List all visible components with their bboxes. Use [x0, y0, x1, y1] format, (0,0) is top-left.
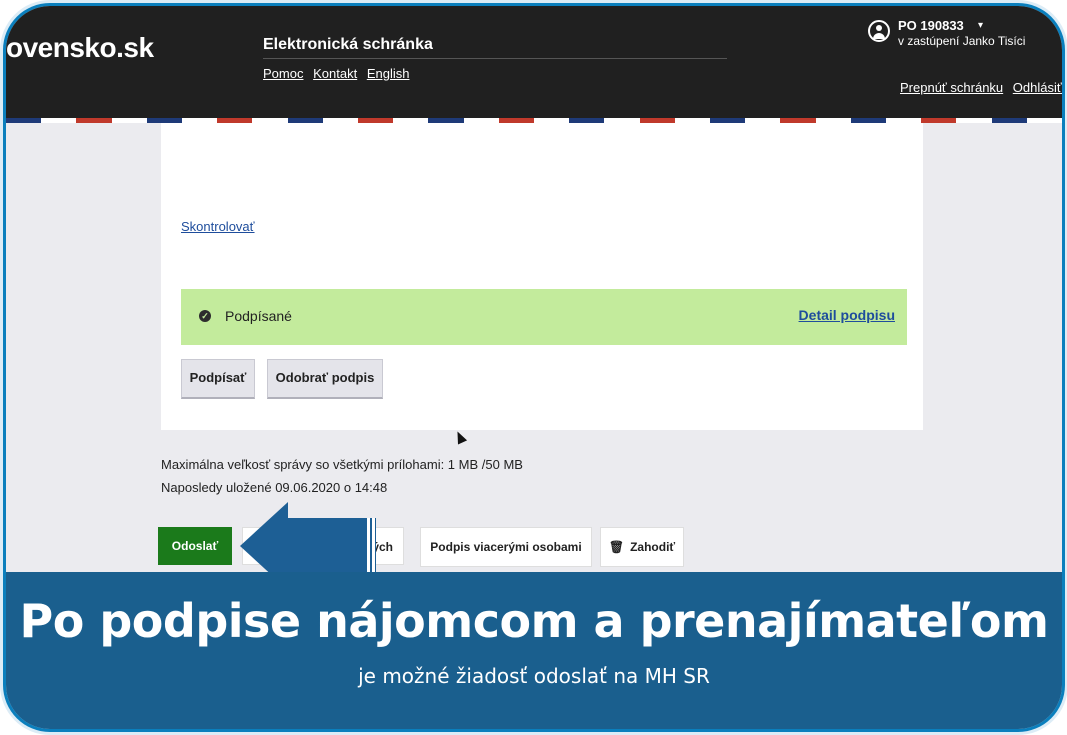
stripe-segment [1026, 118, 1062, 123]
stripe-segment [6, 118, 42, 123]
link-kontakt[interactable]: Kontakt [313, 66, 357, 81]
screen-frame: ovensko.sk Elektronická schránka Pomoc K… [6, 6, 1062, 729]
discard-label: Zahodiť [630, 540, 676, 554]
sign-button[interactable]: Podpísať [181, 359, 255, 399]
switch-mailbox-link[interactable]: Prepnúť schránku [900, 80, 1003, 95]
link-english[interactable]: English [367, 66, 410, 81]
remove-signature-button[interactable]: Odobrať podpis [267, 359, 383, 399]
stripe-segment [921, 118, 957, 123]
chevron-down-icon[interactable]: ▾ [978, 20, 983, 31]
user-representation: v zastúpení Janko Tisíci [898, 34, 1026, 48]
last-saved-info: Naposledy uložené 09.06.2020 o 14:48 [161, 480, 388, 495]
user-id: PO 190833 [898, 18, 964, 33]
account-links: Prepnúť schránku Odhlásiť sa [900, 80, 1062, 95]
signed-label: Podpísané [225, 308, 292, 324]
stripe-segment [956, 118, 992, 123]
header-divider [263, 58, 727, 59]
signature-detail-link[interactable]: Detail podpisu [799, 307, 895, 323]
user-icon [868, 20, 890, 42]
caption-banner: Po podpise nájomcom a prenajímateľom je … [6, 572, 1062, 729]
check-circle-icon: ✓ [199, 310, 211, 322]
stripe-segment [76, 118, 112, 123]
check-link[interactable]: Skontrolovať [181, 219, 255, 234]
top-links: Pomoc Kontakt English [263, 66, 415, 81]
banner-subtitle: je možné žiadosť odoslať na MH SR [358, 664, 710, 688]
stripe-segment [991, 118, 1027, 123]
message-size-info: Maximálna veľkosť správy so všetkými prí… [161, 457, 523, 472]
arrow-notch [367, 518, 370, 574]
mouse-cursor-icon [452, 429, 468, 445]
top-bar: ovensko.sk Elektronická schránka Pomoc K… [6, 6, 1062, 120]
logo[interactable]: ovensko.sk [6, 32, 154, 64]
banner-title: Po podpise nájomcom a prenajímateľom [19, 594, 1049, 648]
send-button[interactable]: Odoslať [158, 527, 232, 565]
signed-status-bar: ✓ Podpísané Detail podpisu [181, 289, 907, 345]
logout-link[interactable]: Odhlásiť sa [1013, 80, 1062, 95]
stripe-segment [41, 118, 77, 123]
pointer-arrow-icon [288, 518, 376, 574]
link-pomoc[interactable]: Pomoc [263, 66, 303, 81]
discard-button[interactable]: 🗑 Zahodiť [600, 527, 684, 567]
service-title: Elektronická schránka [263, 36, 433, 53]
stripe-segment [111, 118, 147, 123]
multi-sign-button[interactable]: Podpis viacerými osobami [420, 527, 592, 567]
arrow-notch [372, 518, 375, 574]
trash-icon: 🗑 [608, 540, 625, 554]
document-card: Skontrolovať ✓ Podpísané Detail podpisu … [161, 123, 923, 430]
